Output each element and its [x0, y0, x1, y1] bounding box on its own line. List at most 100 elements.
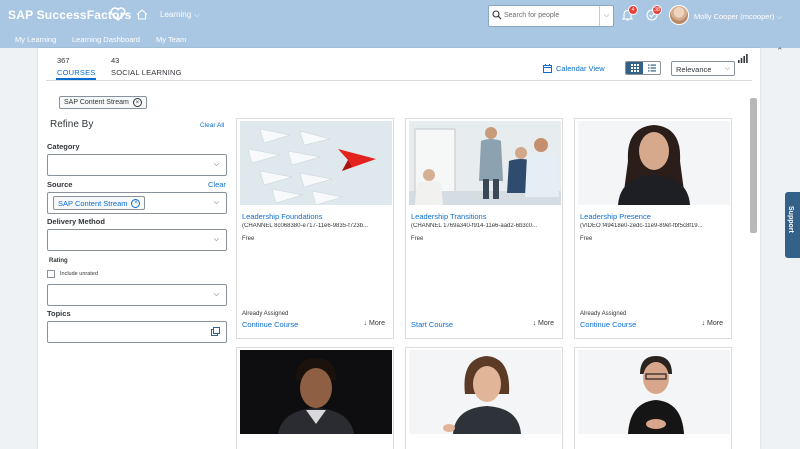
chevron-down-icon: ⌵ — [213, 199, 219, 206]
support-label: Support — [787, 206, 794, 233]
include-unrated-label: Include unrated — [60, 271, 98, 277]
avatar[interactable] — [669, 5, 689, 25]
rating-select[interactable]: ⌵ — [47, 284, 227, 306]
user-name: Molly Cooper (mcooper) — [694, 12, 775, 21]
more-button[interactable]: ↓ More — [702, 320, 723, 327]
tab-social-count: 43 — [111, 56, 120, 65]
chevron-down-icon: ⌵ — [213, 236, 219, 243]
more-button[interactable]: ↓ More — [533, 320, 554, 327]
course-card[interactable] — [574, 347, 732, 449]
down-arrow-icon: ↓ — [363, 320, 368, 327]
shell-bar: SAP SuccessFactors Learning ⌵ Search for … — [0, 0, 800, 48]
chevron-down-icon: ⌵ — [194, 12, 200, 19]
course-thumbnail-presenter — [578, 121, 730, 205]
more-label: More — [538, 320, 554, 327]
down-arrow-icon: ↓ — [701, 320, 706, 327]
heart-icon — [110, 7, 126, 21]
course-card[interactable] — [405, 347, 563, 449]
continue-course-link[interactable]: Continue Course — [580, 320, 636, 329]
remove-source-icon[interactable]: × — [131, 198, 141, 208]
module-menu-label: Learning — [160, 10, 192, 19]
rating-label: Rating — [49, 258, 68, 264]
course-card[interactable]: Leadership Foundations (CHANNEL 8c068380… — [236, 118, 394, 339]
category-select[interactable]: ⌵ — [47, 154, 227, 176]
todo-badge: 38 — [652, 5, 662, 15]
checkbox[interactable] — [47, 270, 55, 278]
delivery-method-label: Delivery Method — [47, 217, 105, 226]
assignment-status: Already Assigned — [242, 311, 289, 317]
user-menu[interactable]: Molly Cooper (mcooper) ⌵ — [694, 12, 782, 22]
search-icon — [492, 10, 502, 20]
course-id: (CHANNEL 1769a340-f914-11e6-aad2-6b3c0..… — [411, 223, 538, 229]
delivery-method-select[interactable]: ⌵ — [47, 229, 227, 251]
module-menu[interactable]: Learning ⌵ — [160, 10, 199, 20]
subnav-my-team[interactable]: My Team — [156, 35, 186, 44]
tab-courses-count: 367 — [57, 56, 70, 65]
list-view-button[interactable] — [643, 62, 660, 74]
course-thumbnail-woman — [409, 350, 561, 434]
divider — [46, 80, 752, 81]
chevron-down-icon: ⌵ — [213, 161, 219, 168]
source-token[interactable]: SAP Content Stream × — [53, 196, 146, 210]
course-card[interactable] — [236, 347, 394, 449]
list-view-icon — [647, 64, 656, 72]
calendar-view-button[interactable]: Calendar View — [543, 64, 605, 73]
course-thumbnail-man — [240, 350, 392, 434]
value-help-icon[interactable] — [211, 327, 220, 336]
active-filter-token[interactable]: SAP Content Stream × — [59, 96, 147, 109]
course-title[interactable]: Leadership Transitions — [411, 212, 486, 221]
chevron-down-icon: ⌵ — [724, 65, 730, 72]
more-label: More — [369, 320, 385, 327]
tab-social-learning[interactable]: 43 SOCIAL LEARNING — [111, 56, 182, 77]
main-content: 367 COURSES 43 SOCIAL LEARNING Calendar … — [38, 48, 760, 449]
remove-filter-icon[interactable]: × — [132, 98, 142, 107]
more-button[interactable]: ↓ More — [364, 320, 385, 327]
active-filter-label: SAP Content Stream — [64, 99, 129, 106]
tab-social-label: SOCIAL LEARNING — [111, 68, 182, 77]
sort-value: Relevance — [676, 65, 712, 74]
topics-label: Topics — [47, 309, 71, 318]
search-scope-dropdown[interactable]: ⌵ — [599, 6, 613, 26]
source-clear-link[interactable]: Clear — [208, 180, 226, 189]
include-unrated-checkbox[interactable]: Include unrated — [47, 270, 98, 278]
tab-courses[interactable]: 367 COURSES — [57, 56, 96, 77]
course-title[interactable]: Leadership Foundations — [242, 212, 322, 221]
source-label: Source — [47, 180, 73, 189]
continue-course-link[interactable]: Continue Course — [242, 320, 298, 329]
view-toggle[interactable] — [625, 61, 661, 75]
course-title[interactable]: Leadership Presence — [580, 212, 651, 221]
course-price: Free — [411, 236, 424, 242]
tab-courses-label: COURSES — [57, 68, 96, 77]
bar-chart-icon[interactable] — [738, 54, 748, 63]
search-input[interactable]: Search for people — [504, 12, 559, 19]
calendar-view-label: Calendar View — [556, 64, 605, 73]
subnav-my-learning[interactable]: My Learning — [15, 35, 56, 44]
down-arrow-icon: ↓ — [532, 320, 537, 327]
home-icon[interactable] — [136, 9, 148, 20]
topics-input[interactable] — [47, 321, 227, 343]
course-price: Free — [580, 236, 593, 242]
calendar-icon — [543, 64, 552, 73]
chevron-down-icon: ⌵ — [213, 291, 219, 298]
start-course-link[interactable]: Start Course — [411, 320, 453, 329]
collapse-header-button[interactable]: ⌃ — [776, 46, 784, 57]
course-thumbnail-presentation — [409, 121, 561, 205]
sort-select[interactable]: Relevance ⌵ — [671, 61, 735, 76]
source-select[interactable]: SAP Content Stream × ⌵ — [47, 192, 227, 214]
notification-badge: 4 — [628, 5, 638, 15]
grid-view-icon — [630, 64, 639, 72]
sub-navigation: My Learning Learning Dashboard My Team — [0, 33, 800, 48]
course-card[interactable]: Leadership Presence (VIDEO f49418e0-2edc… — [574, 118, 732, 339]
subnav-learning-dashboard[interactable]: Learning Dashboard — [72, 35, 140, 44]
people-search[interactable]: Search for people ⌵ — [488, 5, 614, 27]
course-thumbnail-speaker — [578, 350, 730, 434]
grid-view-button[interactable] — [626, 62, 643, 74]
course-id: (CHANNEL 8c068380-e717-11e6-9835-f723b..… — [242, 223, 369, 229]
course-id: (VIDEO f49418e0-2edc-11e9-89ef-fbf5c8f19… — [580, 223, 703, 229]
clear-all-link[interactable]: Clear All — [200, 122, 224, 129]
course-card[interactable]: Leadership Transitions (CHANNEL 1769a340… — [405, 118, 563, 339]
category-label: Category — [47, 142, 80, 151]
refine-title: Refine By — [50, 119, 94, 130]
scrollbar[interactable] — [750, 98, 757, 233]
support-tab[interactable]: Support — [785, 192, 800, 258]
